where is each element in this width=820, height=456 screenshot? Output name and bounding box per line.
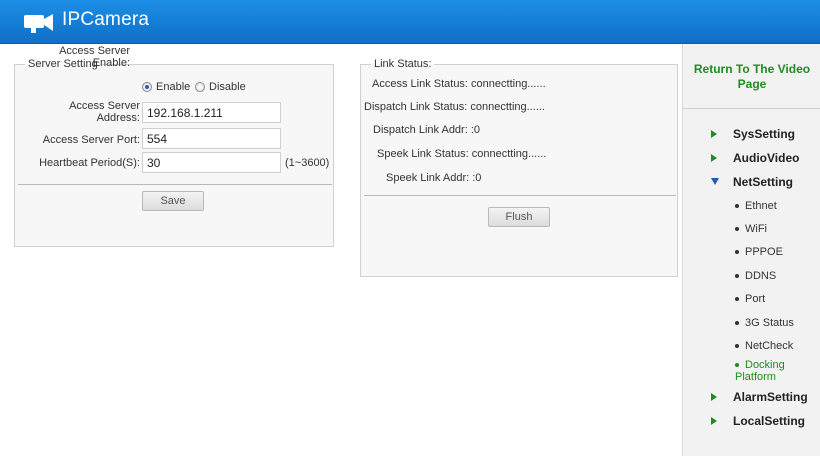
submenu-label: WiFi [745, 223, 767, 235]
expand-arrow-icon [711, 417, 717, 425]
submenu-label: NetCheck [745, 340, 794, 352]
submenu-label: PPPOE [745, 246, 783, 258]
collapse-arrow-icon [711, 178, 719, 185]
sidebar-item-label: AudioVideo [733, 151, 800, 165]
bullet-icon [735, 227, 739, 232]
expand-arrow-icon [711, 130, 717, 138]
access-link-status: Access Link Status: connectting...... [372, 78, 546, 90]
camera-icon [24, 14, 53, 33]
link-status-legend: Link Status: [374, 58, 432, 70]
submenu-item-docking-platform[interactable]: Docking Platform [705, 359, 805, 383]
bullet-icon [735, 250, 739, 255]
app-header: IPCamera [0, 0, 820, 44]
dispatch-link-status: Dispatch Link Status: connectting...... [364, 101, 545, 113]
access-server-enable-label: Access Server Enable: [59, 45, 130, 69]
expand-arrow-icon [711, 154, 717, 162]
bullet-icon [735, 363, 739, 368]
bullet-icon [735, 274, 739, 279]
submenu-item-3g-status[interactable]: 3G Status [735, 317, 794, 329]
flush-button[interactable]: Flush [488, 207, 550, 227]
speek-link-status: Speek Link Status: connectting...... [377, 148, 547, 160]
main-content: Server Setting Access Server Enable: Ena… [0, 44, 682, 456]
link-status-divider [364, 195, 676, 196]
bullet-icon [735, 344, 739, 349]
access-server-port-input[interactable] [142, 128, 281, 149]
access-server-port-label: Access Server Port: [42, 134, 140, 146]
speek-link-addr: Speek Link Addr: :0 [386, 172, 482, 184]
submenu-label: DDNS [745, 270, 777, 282]
heartbeat-period-label: Heartbeat Period(S): [39, 157, 140, 169]
submenu-item-netcheck[interactable]: NetCheck [735, 340, 793, 352]
disable-radio-label[interactable]: Disable [209, 81, 246, 93]
bullet-icon [735, 204, 739, 209]
server-setting-divider [18, 184, 332, 185]
link-status-panel: Link Status: [360, 58, 678, 277]
access-server-address-label: Access Server Address: [69, 100, 140, 124]
expand-arrow-icon [711, 393, 717, 401]
save-button[interactable]: Save [142, 191, 204, 211]
submenu-label: Ethnet [745, 200, 777, 212]
app-title: IPCamera [62, 9, 150, 30]
return-to-video-link[interactable]: Return To The Video Page [683, 62, 820, 92]
submenu-item-wifi[interactable]: WiFi [735, 223, 767, 235]
submenu-item-port[interactable]: Port [735, 293, 765, 305]
submenu-item-pppoe[interactable]: PPPOE [735, 246, 783, 258]
disable-radio[interactable] [195, 82, 205, 92]
enable-radio-label[interactable]: Enable [156, 81, 190, 93]
sidebar: Return To The Video Page SysSetting Audi… [682, 44, 820, 456]
submenu-item-ethnet[interactable]: Ethnet [735, 200, 777, 212]
bullet-icon [735, 321, 739, 326]
enable-radio[interactable] [142, 82, 152, 92]
submenu-item-ddns[interactable]: DDNS [735, 270, 776, 282]
sidebar-item-label: AlarmSetting [733, 390, 808, 404]
sidebar-separator [683, 108, 820, 109]
sidebar-item-label: LocalSetting [733, 414, 806, 428]
submenu-label: Docking Platform [735, 359, 785, 383]
sidebar-item-label: NetSetting [733, 175, 793, 189]
heartbeat-period-input[interactable] [142, 152, 281, 173]
bullet-icon [735, 297, 739, 302]
submenu-label: Port [745, 293, 766, 305]
submenu-label: 3G Status [745, 317, 794, 329]
sidebar-item-label: SysSetting [733, 127, 796, 141]
dispatch-link-addr: Dispatch Link Addr: :0 [373, 124, 481, 136]
heartbeat-range-hint: (1~3600) [285, 157, 330, 169]
access-server-address-input[interactable] [142, 102, 281, 123]
